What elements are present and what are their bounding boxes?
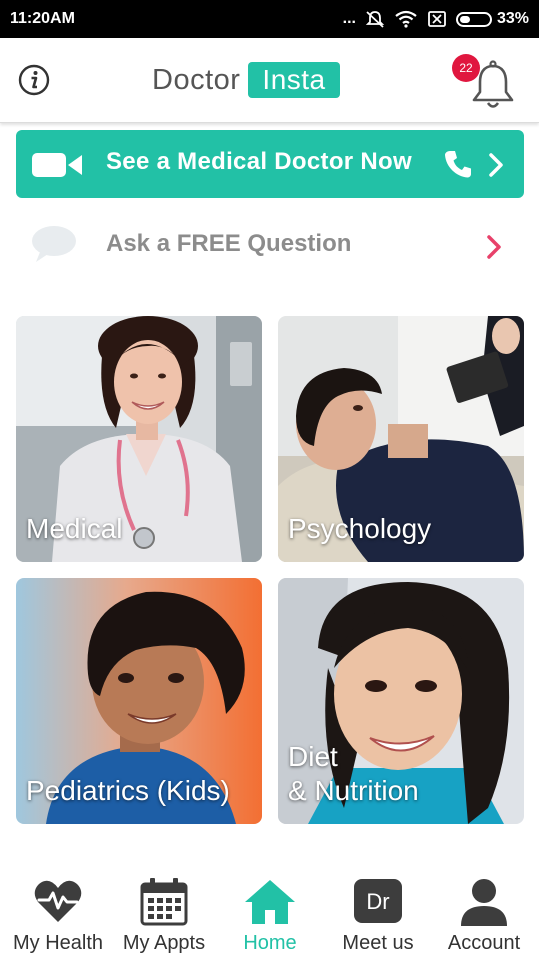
- chevron-right-icon: [489, 153, 503, 177]
- category-tile-psychology[interactable]: Psychology: [278, 316, 524, 562]
- status-dots: ...: [342, 10, 356, 27]
- category-label-pediatrics: Pediatrics (Kids): [26, 775, 230, 806]
- sim-off-icon: [428, 11, 446, 27]
- app-header: Doctor Insta 22: [0, 38, 539, 123]
- category-label-diet-line1: Diet: [288, 741, 338, 772]
- dr-icon-text: Dr: [366, 889, 389, 914]
- category-label-psychology: Psychology: [288, 513, 432, 544]
- logo-insta-text: Insta: [248, 62, 340, 98]
- video-camera-icon: [32, 153, 82, 177]
- logo-doctor-text: Doctor: [152, 63, 241, 96]
- tab-meet-us[interactable]: Dr Meet us: [324, 866, 432, 960]
- category-label-diet-nutrition: Diet & Nutrition: [288, 740, 419, 808]
- home-icon: [245, 880, 295, 924]
- wifi-icon: [395, 10, 417, 28]
- category-label-diet-line2: & Nutrition: [288, 775, 419, 806]
- status-time: 11:20AM: [10, 10, 75, 27]
- category-tile-medical[interactable]: Medical: [16, 316, 262, 562]
- bottom-tab-bar: My Health My Appts Home Dr Meet us Accou…: [0, 866, 539, 960]
- category-tile-diet-nutrition[interactable]: Diet & Nutrition: [278, 578, 524, 824]
- mute-icon: [365, 11, 385, 28]
- tab-account[interactable]: Account: [430, 866, 538, 960]
- dr-icon: Dr: [354, 879, 402, 923]
- phone-icon: [445, 151, 471, 178]
- battery-indicator: 33%: [455, 10, 529, 28]
- calendar-icon: [140, 878, 188, 926]
- info-icon[interactable]: [18, 64, 50, 96]
- notification-badge: 22: [452, 54, 480, 82]
- ask-free-question-label: Ask a FREE Question: [106, 230, 352, 257]
- ask-free-question-button[interactable]: Ask a FREE Question: [16, 210, 524, 278]
- tab-home[interactable]: Home: [216, 866, 324, 960]
- battery-percent: 33%: [496, 10, 529, 27]
- battery-icon: [455, 11, 492, 27]
- status-bar: 11:20AM ... 33%: [0, 0, 539, 38]
- tab-my-appts[interactable]: My Appts: [110, 866, 218, 960]
- app-logo: Doctor Insta: [152, 60, 340, 100]
- category-tile-pediatrics[interactable]: Pediatrics (Kids): [16, 578, 262, 824]
- see-doctor-now-label: See a Medical Doctor Now: [106, 148, 412, 175]
- person-icon: [461, 879, 507, 926]
- tab-my-health[interactable]: My Health: [4, 866, 112, 960]
- category-label-medical: Medical: [26, 513, 123, 544]
- status-icons: ... 33%: [343, 10, 529, 28]
- heart-pulse-icon: [34, 880, 82, 922]
- chat-bubble-icon: [32, 226, 76, 262]
- tab-label-account: Account: [447, 932, 521, 954]
- chevron-right-icon: [487, 235, 501, 259]
- see-doctor-now-button[interactable]: See a Medical Doctor Now: [16, 130, 524, 198]
